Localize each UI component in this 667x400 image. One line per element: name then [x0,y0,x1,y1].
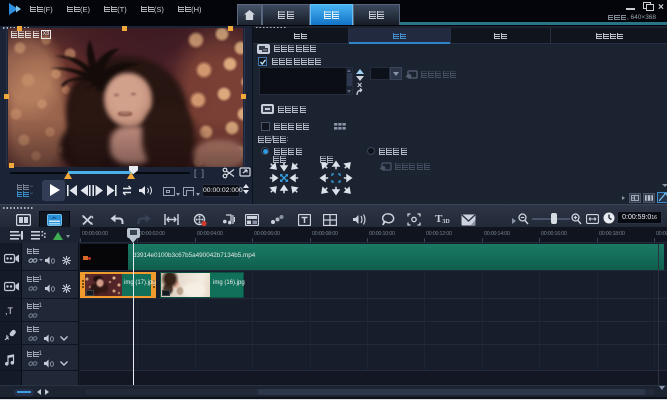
svg-text:0: 0 [51,259,55,266]
svg-text:0: 0 [50,337,54,344]
svg-text:0: 0 [51,287,55,294]
svg-text:0: 0 [50,362,54,369]
